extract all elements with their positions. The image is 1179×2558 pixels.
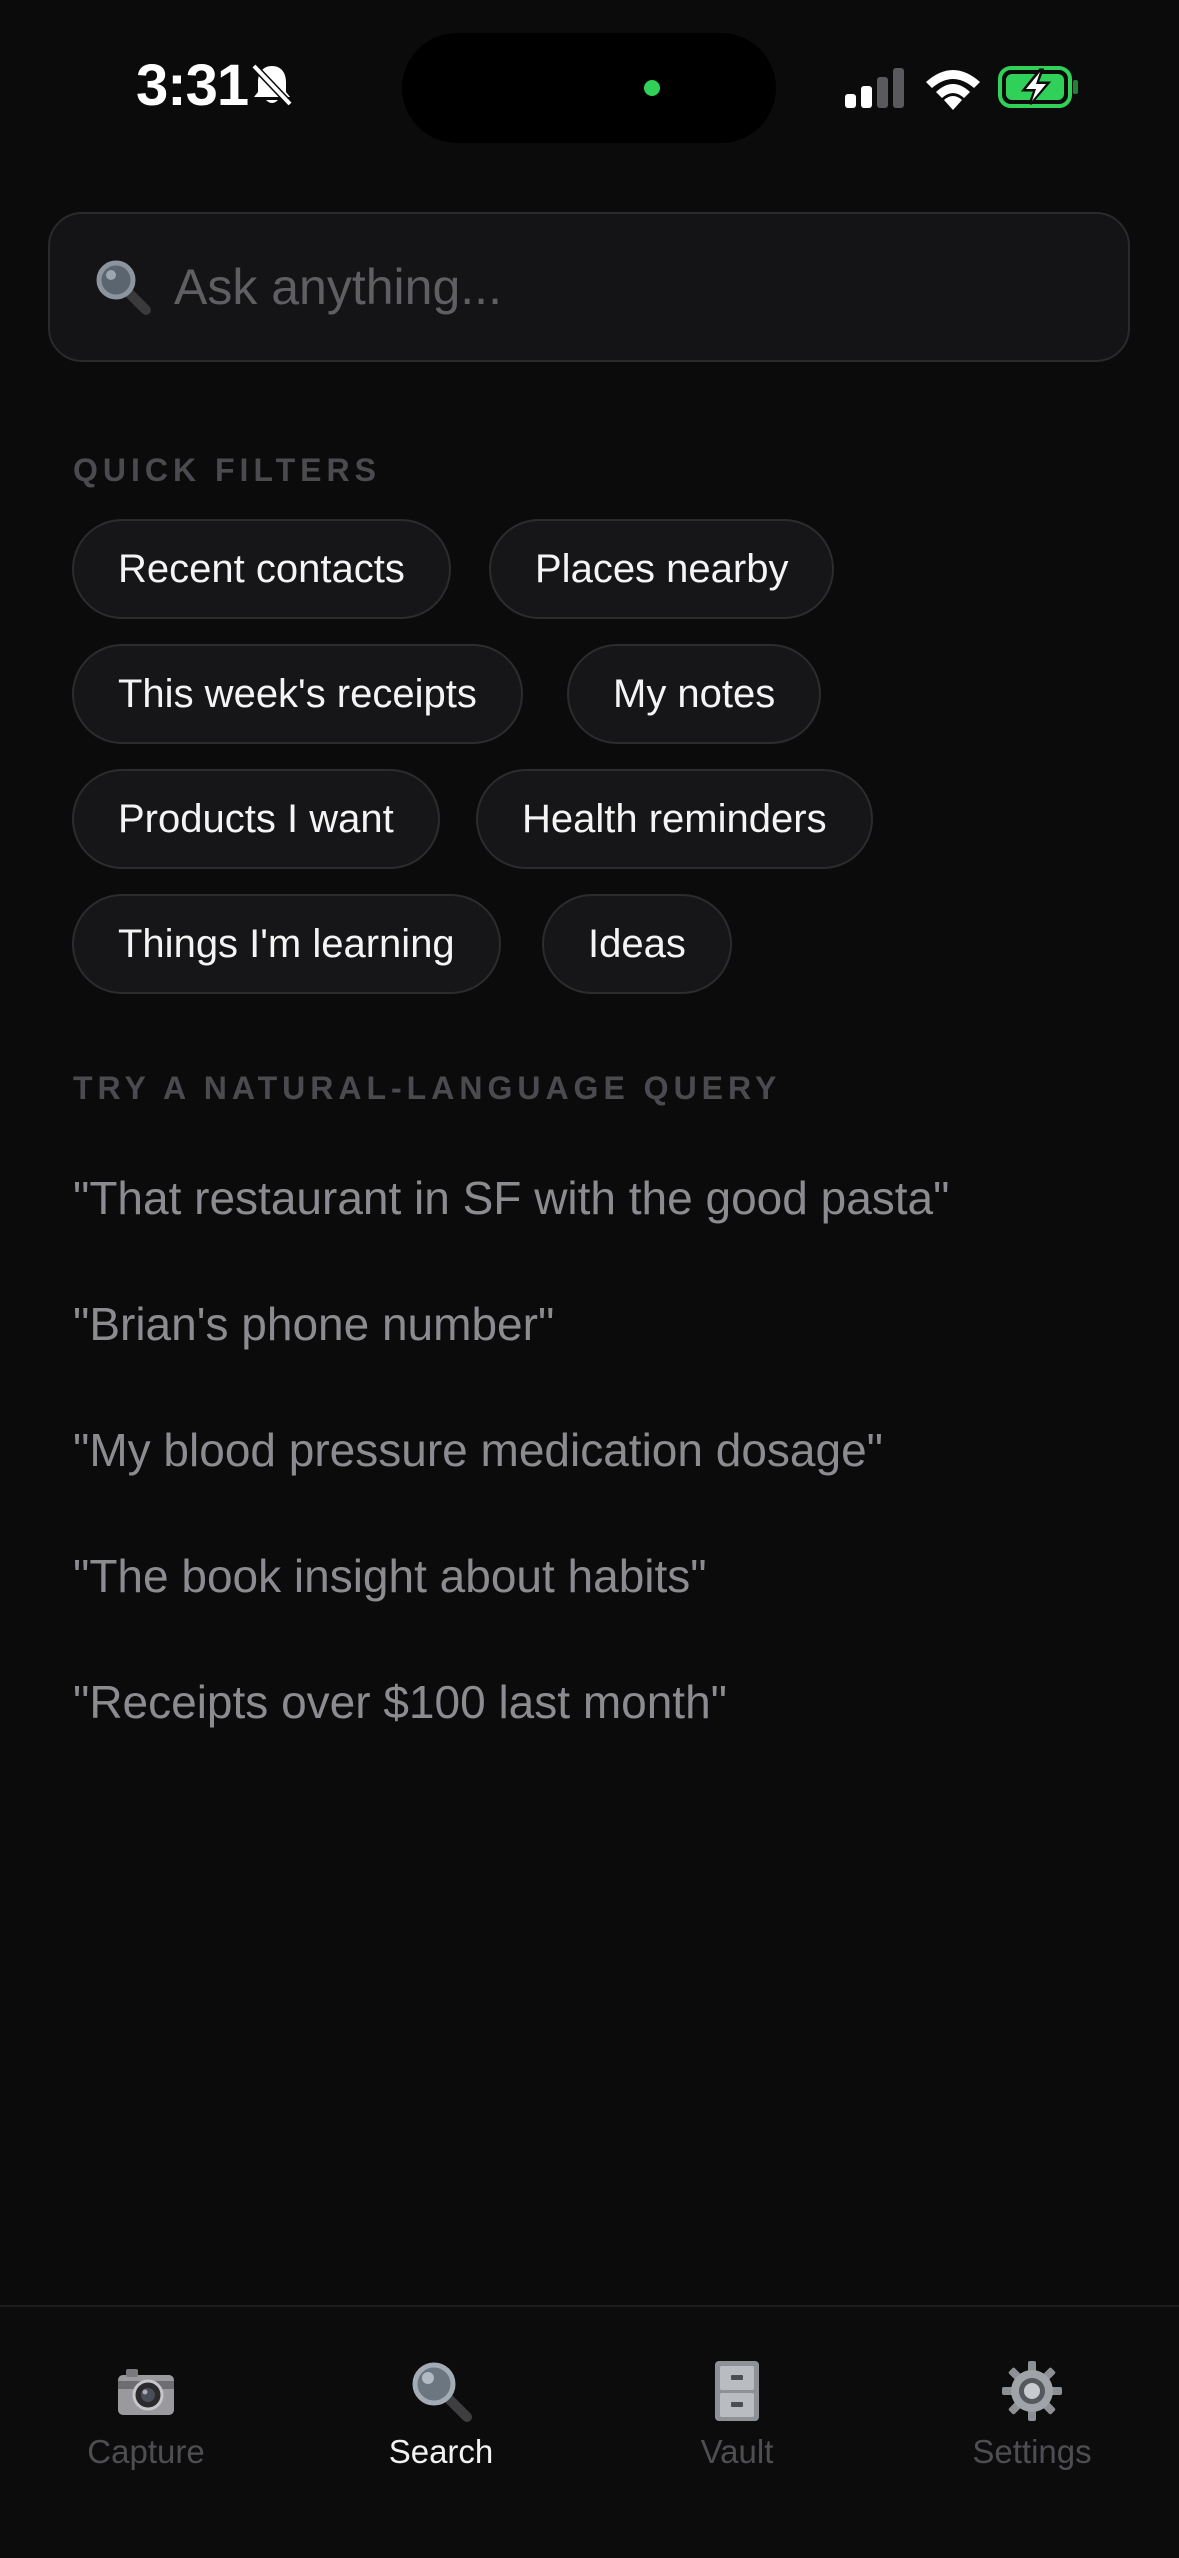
magnifying-glass-icon xyxy=(96,260,151,315)
bell-slash-icon xyxy=(251,63,293,107)
filter-chip-recent-contacts[interactable]: Recent contacts xyxy=(72,519,451,619)
battery-charging-icon xyxy=(998,66,1078,108)
query-suggestion[interactable]: "The book insight about habits" xyxy=(73,1549,707,1603)
file-cabinet-icon xyxy=(715,2361,759,2421)
dynamic-island xyxy=(402,33,776,143)
search-bar[interactable] xyxy=(48,212,1130,362)
status-bar: 3:31 xyxy=(0,0,1179,180)
status-time: 3:31 xyxy=(136,53,249,118)
camera-indicator-icon xyxy=(644,80,660,96)
tab-search[interactable]: Search xyxy=(341,2307,541,2507)
query-suggestion[interactable]: "That restaurant in SF with the good pas… xyxy=(73,1171,949,1225)
filter-chip-weeks-receipts[interactable]: This week's receipts xyxy=(72,644,523,744)
query-suggestion[interactable]: "Receipts over $100 last month" xyxy=(73,1675,727,1729)
quick-filters-heading: QUICK FILTERS xyxy=(73,452,381,488)
search-input[interactable] xyxy=(172,257,1128,317)
filter-chip-ideas[interactable]: Ideas xyxy=(542,894,732,994)
filter-chip-my-notes[interactable]: My notes xyxy=(567,644,822,744)
filter-chip-products-i-want[interactable]: Products I want xyxy=(72,769,440,869)
cellular-signal-icon xyxy=(845,68,904,108)
camera-icon xyxy=(118,2369,174,2415)
query-suggestion[interactable]: "My blood pressure medication dosage" xyxy=(73,1423,883,1477)
filter-chip-health-reminders[interactable]: Health reminders xyxy=(476,769,873,869)
gear-icon xyxy=(1002,2361,1062,2421)
tab-label-search: Search xyxy=(388,2433,494,2470)
query-suggestion[interactable]: "Brian's phone number" xyxy=(73,1297,554,1351)
tab-capture[interactable]: Capture xyxy=(46,2307,246,2507)
filter-chip-places-nearby[interactable]: Places nearby xyxy=(489,519,835,619)
query-suggestions-heading: TRY A NATURAL-LANGUAGE QUERY xyxy=(73,1070,782,1106)
wifi-icon xyxy=(926,70,980,110)
filter-chip-things-learning[interactable]: Things I'm learning xyxy=(72,894,501,994)
tab-label-capture: Capture xyxy=(87,2433,205,2470)
tab-label-settings: Settings xyxy=(972,2433,1092,2470)
tab-vault[interactable]: Vault xyxy=(637,2307,837,2507)
tab-bar: Capture Search Vault Settings xyxy=(0,2305,1179,2558)
tab-settings[interactable]: Settings xyxy=(932,2307,1132,2507)
magnifying-glass-icon xyxy=(412,2362,472,2422)
tab-label-vault: Vault xyxy=(700,2433,774,2470)
